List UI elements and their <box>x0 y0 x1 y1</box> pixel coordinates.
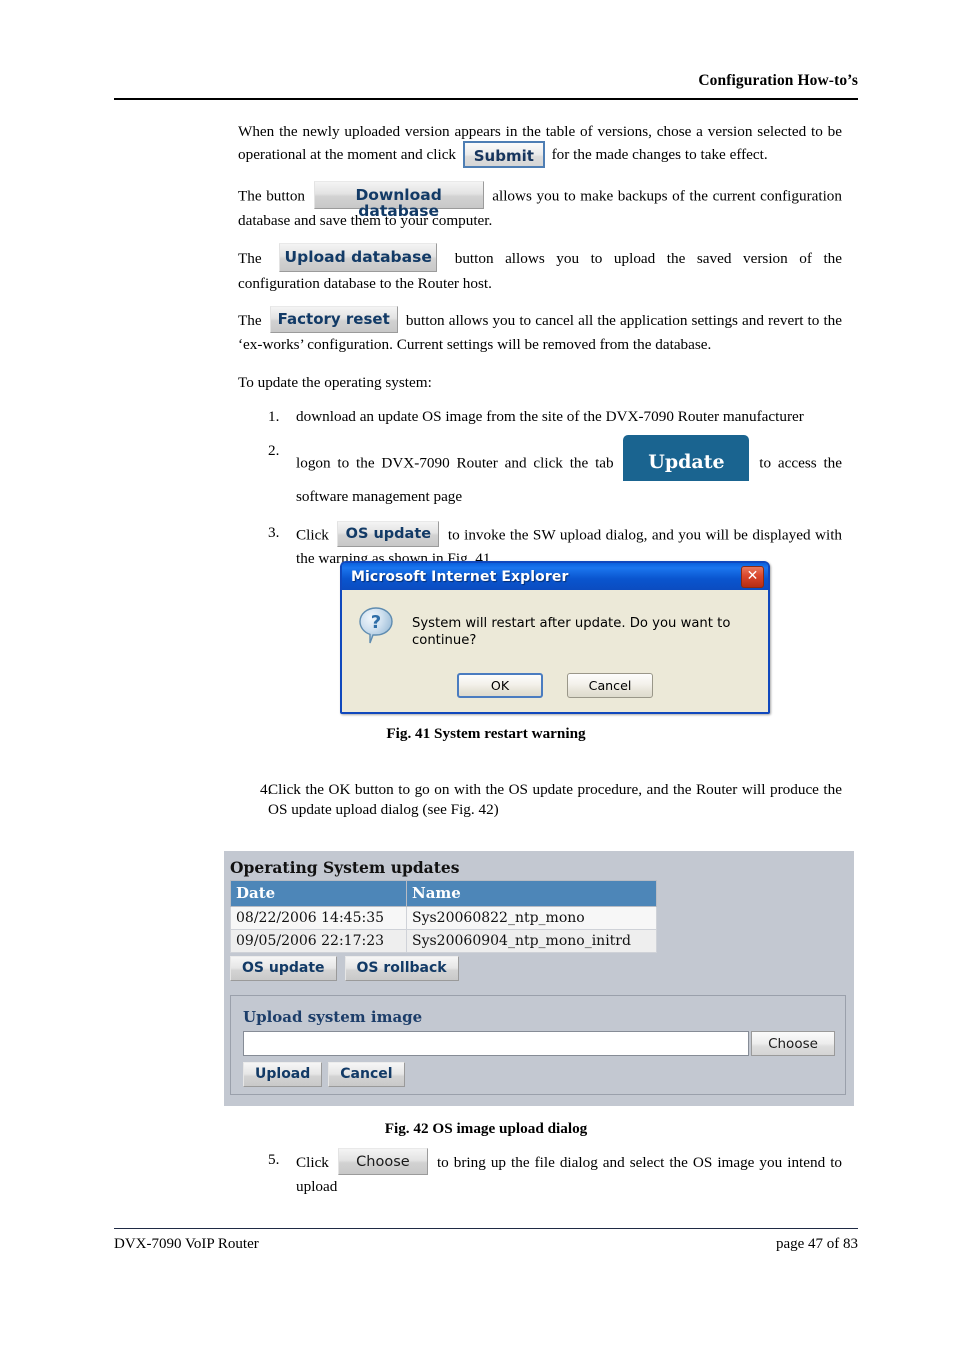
file-path-input[interactable] <box>243 1031 749 1056</box>
panel-title: Operating System updates <box>230 858 460 877</box>
factory-reset-button[interactable]: Factory reset <box>269 306 398 334</box>
cell-name: Sys20060822_ntp_mono <box>406 906 657 930</box>
upload-system-image-label: Upload system image <box>243 1008 423 1026</box>
choose-button-inline[interactable]: Choose <box>337 1148 428 1175</box>
document-body: When the newly uploaded version appears … <box>238 122 842 584</box>
step-number: 4. <box>260 781 272 798</box>
cell-date: 08/22/2006 14:45:35 <box>230 906 407 930</box>
update-tab[interactable]: Update <box>623 435 750 482</box>
dialog-message: System will restart after update. Do you… <box>412 616 731 649</box>
cell-name: Sys20060904_ntp_mono_initrd <box>406 929 657 953</box>
submit-button[interactable]: Submit <box>462 141 545 169</box>
step-number: 1. <box>268 408 280 426</box>
footer-page-number: page 47 of 83 <box>775 1236 858 1252</box>
para-download-before: The button <box>238 187 306 205</box>
column-header-date: Date <box>230 880 407 907</box>
close-icon[interactable]: ✕ <box>741 566 764 588</box>
update-steps-list-continued: 4. Click the OK button to go on with the… <box>238 780 842 820</box>
os-rollback-button[interactable]: OS rollback <box>344 956 459 981</box>
step-5-block: 5. Click Choose to bring up the file dia… <box>238 1148 842 1211</box>
internet-explorer-dialog: Microsoft Internet Explorer ✕ ? System w… <box>340 561 770 714</box>
operating-system-updates-panel: Operating System updates Date Name 08/22… <box>224 851 854 1106</box>
upload-system-image-group: Upload system image Choose Upload Cancel <box>230 995 846 1095</box>
step-4-block: 4. Click the OK button to go on with the… <box>238 780 842 834</box>
cancel-button[interactable]: Cancel <box>328 1062 405 1087</box>
panel-action-row: OS update OS rollback <box>230 956 848 981</box>
table-header-row: Date Name <box>230 880 657 907</box>
column-header-name: Name <box>406 880 657 907</box>
para-factory-before: The <box>238 312 262 330</box>
step-number: 3. <box>268 524 280 542</box>
figure-41-caption: Fig. 41 System restart warning <box>386 725 586 742</box>
list-item: 4. Click the OK button to go on with the… <box>238 780 842 820</box>
step-text-before: logon to the DVX-7090 Router and click t… <box>296 454 614 472</box>
para-upload-before: The <box>238 250 262 268</box>
choose-button[interactable]: Choose <box>751 1031 835 1056</box>
os-update-button-inline[interactable]: OS update <box>337 521 440 548</box>
ok-button[interactable]: OK <box>457 673 543 698</box>
dialog-body: ? System will restart after update. Do y… <box>342 590 768 712</box>
upload-button[interactable]: Upload <box>243 1062 323 1087</box>
paragraph-upload-database: The Upload database button allows you to… <box>238 243 842 294</box>
list-item: 1. download an update OS image from the … <box>238 407 842 427</box>
page-header-title: Configuration How-to’s <box>698 72 858 89</box>
update-steps-list: 1. download an update OS image from the … <box>238 407 842 569</box>
upload-database-button[interactable]: Upload database <box>279 243 438 273</box>
download-database-button[interactable]: Download database <box>313 181 484 218</box>
dialog-title: Microsoft Internet Explorer <box>351 568 569 585</box>
paragraph-factory-reset: The Factory reset button allows you to c… <box>238 306 842 355</box>
cancel-button[interactable]: Cancel <box>567 673 653 698</box>
table-row[interactable]: 08/22/2006 14:45:35 Sys20060822_ntp_mono <box>230 906 657 930</box>
paragraph-download-database: The button Download database allows you … <box>238 181 842 231</box>
para-submit-after: for the made changes to take effect. <box>551 146 768 164</box>
update-steps-list-end: 5. Click Choose to bring up the file dia… <box>238 1148 842 1197</box>
paragraph-submit: When the newly uploaded version appears … <box>238 122 842 169</box>
upload-file-row: Choose <box>243 1031 835 1056</box>
question-icon: ? <box>359 607 395 645</box>
table-row[interactable]: 09/05/2006 22:17:23 Sys20060904_ntp_mono… <box>230 929 657 953</box>
step-text: download an update OS image from the sit… <box>296 408 804 426</box>
cell-date: 09/05/2006 22:17:23 <box>230 929 407 953</box>
header-divider <box>114 98 858 100</box>
step-text-before: Click <box>296 526 329 544</box>
svg-text:?: ? <box>371 612 381 633</box>
list-item: 2. logon to the DVX-7090 Router and clic… <box>238 435 842 507</box>
list-item: 5. Click Choose to bring up the file dia… <box>238 1148 842 1197</box>
document-page: Configuration How-to’s When the newly up… <box>0 0 954 1350</box>
dialog-button-row: OK Cancel <box>342 673 768 698</box>
step-text-before: Click <box>296 1153 329 1171</box>
dialog-title-bar: Microsoft Internet Explorer ✕ <box>342 563 768 590</box>
footer-document-name: DVX-7090 VoIP Router <box>114 1236 259 1252</box>
step-number: 2. <box>268 442 280 460</box>
footer-divider <box>114 1228 858 1229</box>
lead-in-text: To update the operating system: <box>238 374 432 392</box>
os-update-button[interactable]: OS update <box>230 956 337 981</box>
os-updates-table: Date Name 08/22/2006 14:45:35 Sys2006082… <box>230 880 657 953</box>
step-text: Click the OK button to go on with the OS… <box>268 781 842 819</box>
upload-action-row: Upload Cancel <box>243 1062 835 1087</box>
figure-42-caption: Fig. 42 OS image upload dialog <box>384 1120 588 1137</box>
step-number: 5. <box>268 1151 280 1168</box>
